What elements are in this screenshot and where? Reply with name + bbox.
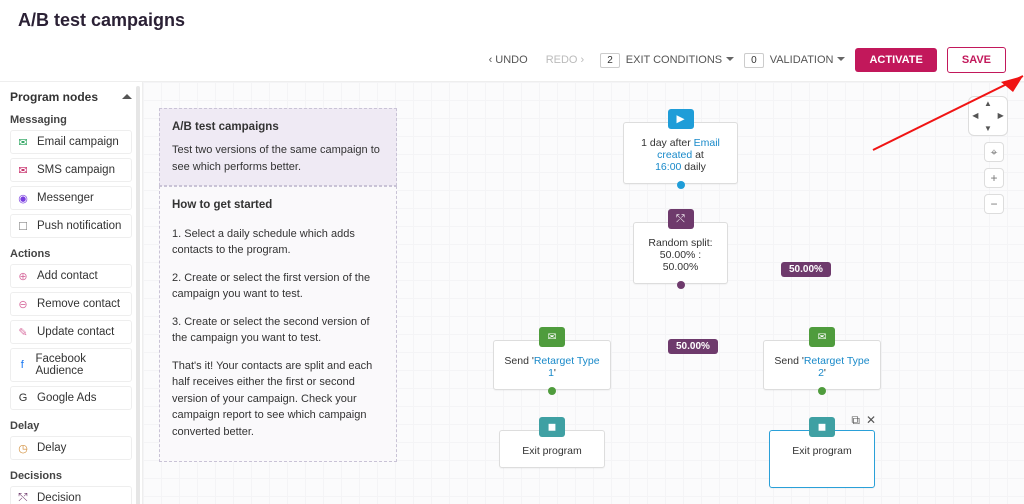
sidebar-category: Delay <box>10 420 132 432</box>
node-icon: ◉ <box>15 191 31 205</box>
workflow-canvas[interactable]: A/B test campaigns Test two versions of … <box>143 82 1024 504</box>
send2-name: Retarget Type 2 <box>804 355 870 379</box>
split-chip-left: 50.00% <box>668 339 718 354</box>
info-step-summary: That's it! Your contacts are split and e… <box>172 358 384 441</box>
sidebar-category: Messaging <box>10 114 132 126</box>
sidebar-category: Actions <box>10 248 132 260</box>
node-icon: G <box>15 391 31 405</box>
sidebar-node-item[interactable]: ◉ Messenger <box>10 186 132 210</box>
node-icon: ✉ <box>15 163 31 177</box>
email-icon: ✉ <box>539 327 565 347</box>
info-title: A/B test campaigns <box>172 119 384 136</box>
node-label: Messenger <box>37 192 94 204</box>
sidebar-node-item[interactable]: ✉ Email campaign <box>10 130 132 154</box>
info-box-steps: How to get started 1. Select a daily sch… <box>159 186 397 462</box>
entry-time: 16:00 <box>655 161 681 173</box>
sidebar-node-item[interactable]: ◷ Delay <box>10 436 132 460</box>
sidebar-node-item[interactable]: ⤲ Decision <box>10 486 132 504</box>
node-icon: ⤲ <box>15 491 31 504</box>
sidebar-scrollbar[interactable] <box>136 86 140 504</box>
zoom-in-button[interactable]: + <box>984 168 1004 188</box>
collapse-icon[interactable] <box>122 90 132 104</box>
node-icon: ⊕ <box>15 269 31 283</box>
info-steps-title: How to get started <box>172 197 384 214</box>
send1-post: ' <box>554 367 556 379</box>
sidebar-node-item[interactable]: G Google Ads <box>10 386 132 410</box>
annotation-arrow <box>863 70 1024 160</box>
port-icon <box>818 387 826 395</box>
node-icon: f <box>15 358 29 372</box>
exit-icon: ◼ <box>539 417 565 437</box>
validation-count-badge: 0 <box>744 53 764 68</box>
port-icon <box>548 387 556 395</box>
entry-tail: daily <box>681 161 706 173</box>
info-body: Test two versions of the same campaign t… <box>172 142 384 175</box>
sidebar-node-item[interactable]: ⊕ Add contact <box>10 264 132 288</box>
split-icon: ⤲ <box>668 209 694 229</box>
entry-text-pre: 1 day after <box>641 137 694 149</box>
node-exit-1[interactable]: ◼ Exit program <box>499 430 605 468</box>
redo-button: REDO <box>546 54 585 66</box>
node-label: Google Ads <box>37 392 96 404</box>
sidebar-category: Decisions <box>10 470 132 482</box>
exit-conditions-label: EXIT CONDITIONS <box>626 54 734 66</box>
play-icon: ▶ <box>668 109 694 129</box>
send2-post: ' <box>824 367 826 379</box>
split-line1: Random split: <box>644 237 717 249</box>
sidebar-node-item[interactable]: ✉ SMS campaign <box>10 158 132 182</box>
exit-icon: ◼ <box>809 417 835 437</box>
undo-button[interactable]: UNDO <box>489 54 528 66</box>
node-icon: ☐ <box>15 219 31 233</box>
node-icon: ✎ <box>15 325 31 339</box>
node-send-campaign-1[interactable]: ✉ Send 'Retarget Type 1' <box>493 340 611 390</box>
zoom-out-button[interactable]: − <box>984 194 1004 214</box>
node-label: Push notification <box>37 220 121 232</box>
sidebar-header: Program nodes <box>10 90 98 104</box>
port-icon <box>677 181 685 189</box>
send1-name: Retarget Type 1 <box>534 355 600 379</box>
sidebar-node-item[interactable]: ✎ Update contact <box>10 320 132 344</box>
exit-count-badge: 2 <box>600 53 620 68</box>
validation-dropdown[interactable]: 0 VALIDATION <box>744 53 845 68</box>
exit-conditions-dropdown[interactable]: 2 EXIT CONDITIONS <box>600 53 734 68</box>
sidebar-node-item[interactable]: ☐ Push notification <box>10 214 132 238</box>
node-icon: ⊖ <box>15 297 31 311</box>
sidebar-node-item[interactable]: f Facebook Audience <box>10 348 132 382</box>
split-chip-right: 50.00% <box>781 262 831 277</box>
node-label: Decision <box>37 492 81 504</box>
info-box-description: A/B test campaigns Test two versions of … <box>159 108 397 186</box>
node-label: Add contact <box>37 270 98 282</box>
sidebar: Program nodes Messaging ✉ Email campaign ✉ S… <box>0 82 143 504</box>
node-label: Remove contact <box>37 298 120 310</box>
validation-label: VALIDATION <box>770 54 846 66</box>
copy-icon[interactable]: ⧉ <box>851 413 860 428</box>
info-step-3: 3. Create or select the second version o… <box>172 314 384 347</box>
node-icon: ◷ <box>15 441 31 455</box>
entry-text-post: at <box>692 149 704 161</box>
node-label: Email campaign <box>37 136 119 148</box>
node-icon: ✉ <box>15 135 31 149</box>
sidebar-node-item[interactable]: ⊖ Remove contact <box>10 292 132 316</box>
node-label: SMS campaign <box>37 164 115 176</box>
send1-pre: Send ' <box>504 355 533 367</box>
port-icon <box>677 281 685 289</box>
info-step-2: 2. Create or select the first version of… <box>172 270 384 303</box>
split-line2: 50.00% : 50.00% <box>644 249 717 273</box>
node-random-split[interactable]: ⤲ Random split: 50.00% : 50.00% <box>633 222 728 284</box>
node-entry[interactable]: ▶ 1 day after Email created at 16:00 dai… <box>623 122 738 184</box>
node-label: Update contact <box>37 326 114 338</box>
info-step-1: 1. Select a daily schedule which adds co… <box>172 226 384 259</box>
node-exit-2[interactable]: ⧉ ✕ ◼ Exit program <box>769 430 875 488</box>
send2-pre: Send ' <box>774 355 803 367</box>
activate-button[interactable]: ACTIVATE <box>855 48 936 72</box>
page-title: A/B test campaigns <box>18 10 185 31</box>
close-icon[interactable]: ✕ <box>866 413 876 428</box>
node-label: Delay <box>37 442 66 454</box>
email-icon: ✉ <box>809 327 835 347</box>
node-send-campaign-2[interactable]: ✉ Send 'Retarget Type 2' <box>763 340 881 390</box>
node-label: Facebook Audience <box>35 353 127 377</box>
